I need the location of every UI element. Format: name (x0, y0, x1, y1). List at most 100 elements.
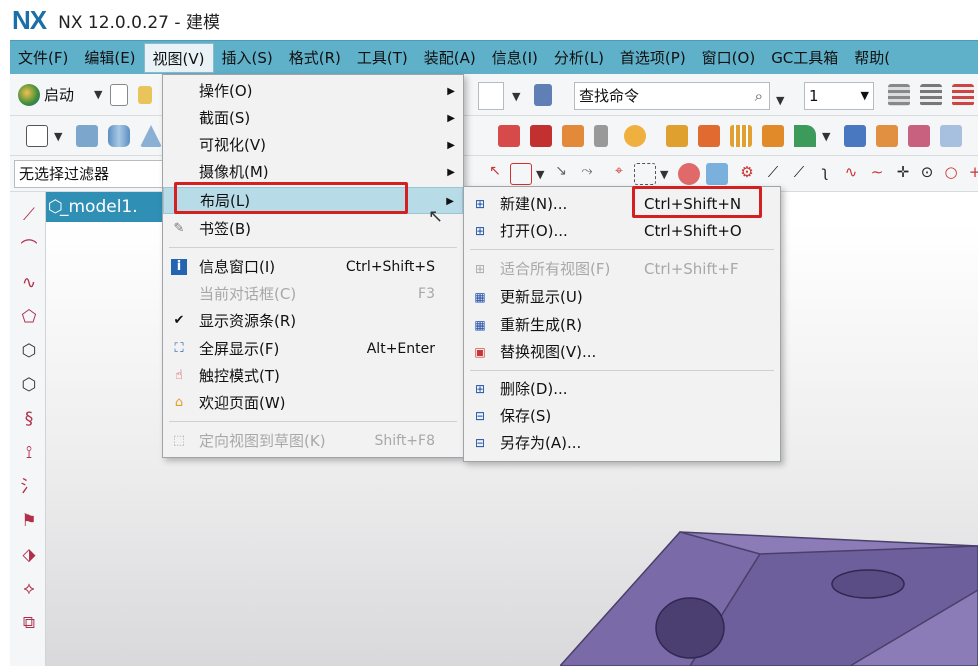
view-menu-item-bookmark[interactable]: ✎ 书签(B) (163, 216, 463, 243)
command-finder-input[interactable]: 查找命令 ⌕ (574, 82, 770, 110)
composite-curve-icon[interactable]: ⟡ (18, 578, 40, 600)
menu-analysis[interactable]: 分析(L) (546, 43, 612, 73)
offset-curve-icon[interactable]: ⟟ (18, 442, 40, 464)
snap-tangent-icon[interactable]: ∿ (840, 163, 862, 185)
profile-icon[interactable]: ⬠ (18, 306, 40, 328)
polygon-icon[interactable]: ⬡ (18, 340, 40, 362)
start-dropdown-arrow-icon[interactable]: ▼ (94, 88, 102, 101)
rectangle-dropdown-arrow-icon[interactable]: ▼ (660, 168, 668, 181)
document-tab[interactable]: ⬡ _model1. (46, 192, 166, 222)
snap-point-icon[interactable]: + (964, 163, 978, 185)
snap-line-icon[interactable]: ⟋ (788, 163, 810, 185)
menu-edit[interactable]: 编辑(E) (76, 43, 143, 73)
layout-item-open[interactable]: ⊞ 打开(O)... Ctrl+Shift+O (464, 218, 780, 245)
select-face-dropdown-arrow-icon[interactable]: ▼ (536, 168, 544, 181)
rectangle-select-icon[interactable] (634, 163, 656, 185)
snap-endpoint-icon[interactable]: ⚙ (736, 163, 758, 185)
layout-item-regenerate[interactable]: ▦ 重新生成(R) (464, 312, 780, 339)
project-curve-icon[interactable]: ⺡ (18, 476, 40, 498)
view-menu-item-visualization[interactable]: 可视化(V) ▶ (163, 132, 463, 159)
view-menu-item-welcome-page[interactable]: ⌂ 欢迎页面(W) (163, 390, 463, 417)
new-file-icon[interactable] (110, 84, 128, 106)
layout-item-update-display[interactable]: ▦ 更新显示(U) (464, 284, 780, 311)
cylinder-icon[interactable] (108, 125, 130, 147)
deselect-icon[interactable]: ↘ (550, 163, 572, 185)
spline-icon[interactable]: ∿ (18, 272, 40, 294)
select-pointer-icon[interactable]: ⌖ (608, 163, 630, 185)
draft-icon[interactable] (940, 125, 962, 147)
start-button-label[interactable]: 启动 (44, 84, 74, 105)
color-swatch-combo[interactable] (478, 82, 504, 110)
layer-combo[interactable]: 1 ▼ (804, 82, 874, 110)
selection-filter-combo[interactable]: 无选择过滤器 (14, 160, 164, 188)
layout-item-save-as[interactable]: ⊟ 另存为(A)... (464, 430, 780, 457)
pattern-feature-icon[interactable] (730, 125, 752, 147)
menu-preferences[interactable]: 首选项(P) (612, 43, 694, 73)
bridge-curve-icon[interactable]: ⬗ (18, 544, 40, 566)
helix-icon[interactable]: § (18, 408, 40, 430)
trim-body-icon[interactable] (908, 125, 930, 147)
unite-icon[interactable] (762, 125, 784, 147)
layout-item-replace-view[interactable]: ▣ 替换视图(V)... (464, 339, 780, 366)
open-folder-icon[interactable] (138, 86, 152, 104)
snap-icon[interactable]: ⤳ (576, 163, 598, 185)
menu-file[interactable]: 文件(F) (10, 43, 76, 73)
block-icon[interactable] (76, 125, 98, 147)
pocket-icon[interactable] (562, 125, 584, 147)
snap-quadrant-icon[interactable]: ○ (940, 163, 962, 185)
menu-help[interactable]: 帮助( (846, 43, 898, 73)
menu-view[interactable]: 视图(V) (143, 42, 214, 73)
revolve-icon[interactable] (698, 125, 720, 147)
snap-center-icon[interactable]: ⊙ (916, 163, 938, 185)
select-curve-icon[interactable]: ↖ (484, 163, 506, 185)
snap-intersection-icon[interactable]: ✛ (892, 163, 914, 185)
cone-icon[interactable] (140, 125, 162, 147)
edge-blend-icon[interactable] (794, 125, 816, 147)
arc-icon[interactable]: ⌒ (18, 238, 40, 260)
copy-to-layer-icon[interactable] (952, 84, 974, 106)
intersection-curve-icon[interactable]: ⚑ (18, 510, 40, 532)
move-to-layer-icon[interactable] (920, 84, 942, 106)
view-fit-icon[interactable] (678, 163, 700, 185)
layout-item-delete[interactable]: ⊞ 删除(D)... (464, 376, 780, 403)
menu-tools[interactable]: 工具(T) (349, 43, 416, 73)
blend-dropdown-arrow-icon[interactable]: ▼ (822, 130, 830, 143)
mirror-feature-icon[interactable] (844, 125, 866, 147)
view-menu-item-section[interactable]: 截面(S) ▶ (163, 105, 463, 132)
command-finder-search-icon[interactable]: ⌕ (755, 83, 763, 109)
menu-gc-toolbox[interactable]: GC工具箱 (763, 43, 846, 73)
select-face-icon[interactable] (510, 163, 532, 185)
command-finder-arrow-icon[interactable]: ▼ (776, 94, 784, 107)
view-menu-item-touch-mode[interactable]: ☝ 触控模式(T) (163, 363, 463, 390)
sketch-icon[interactable] (26, 125, 48, 147)
extrude-icon[interactable] (666, 125, 688, 147)
snap-midpoint-icon[interactable]: ⟋ (762, 163, 784, 185)
line-icon[interactable]: ⟋ (18, 204, 40, 226)
snap-curve-icon[interactable]: ʅ (814, 163, 836, 185)
pad-icon[interactable] (594, 125, 608, 147)
snap-spline-icon[interactable]: ∼ (866, 163, 888, 185)
hole-icon[interactable] (498, 125, 520, 147)
start-icon[interactable] (18, 84, 40, 106)
menu-insert[interactable]: 插入(S) (214, 43, 281, 73)
part-model[interactable] (560, 530, 978, 666)
sketch-dropdown-arrow-icon[interactable]: ▼ (54, 130, 62, 143)
emboss-icon[interactable] (624, 125, 646, 147)
display-mode-icon[interactable] (534, 84, 552, 106)
menu-information[interactable]: 信息(I) (484, 43, 546, 73)
menu-assembly[interactable]: 装配(A) (416, 43, 484, 73)
color-dropdown-arrow-icon[interactable]: ▼ (512, 90, 520, 103)
shaded-view-icon[interactable] (706, 163, 728, 185)
menu-window[interactable]: 窗口(O) (694, 43, 764, 73)
boss-icon[interactable] (530, 125, 552, 147)
shell-icon[interactable] (876, 125, 898, 147)
layer-settings-icon[interactable] (888, 84, 910, 106)
view-menu-item-full-screen[interactable]: ⛶ 全屏显示(F) Alt+Enter (163, 336, 463, 363)
view-menu-item-resource-bar[interactable]: ✔ 显示资源条(R) (163, 308, 463, 335)
hexagon-icon[interactable]: ⬡ (18, 374, 40, 396)
view-menu-item-operation[interactable]: 操作(O) ▶ (163, 78, 463, 105)
menu-format[interactable]: 格式(R) (281, 43, 349, 73)
layer-dropdown-arrow-icon[interactable]: ▼ (861, 83, 869, 109)
extract-curve-icon[interactable]: ⧉ (18, 612, 40, 634)
view-menu-item-info-window[interactable]: i 信息窗口(I) Ctrl+Shift+S (163, 254, 463, 281)
